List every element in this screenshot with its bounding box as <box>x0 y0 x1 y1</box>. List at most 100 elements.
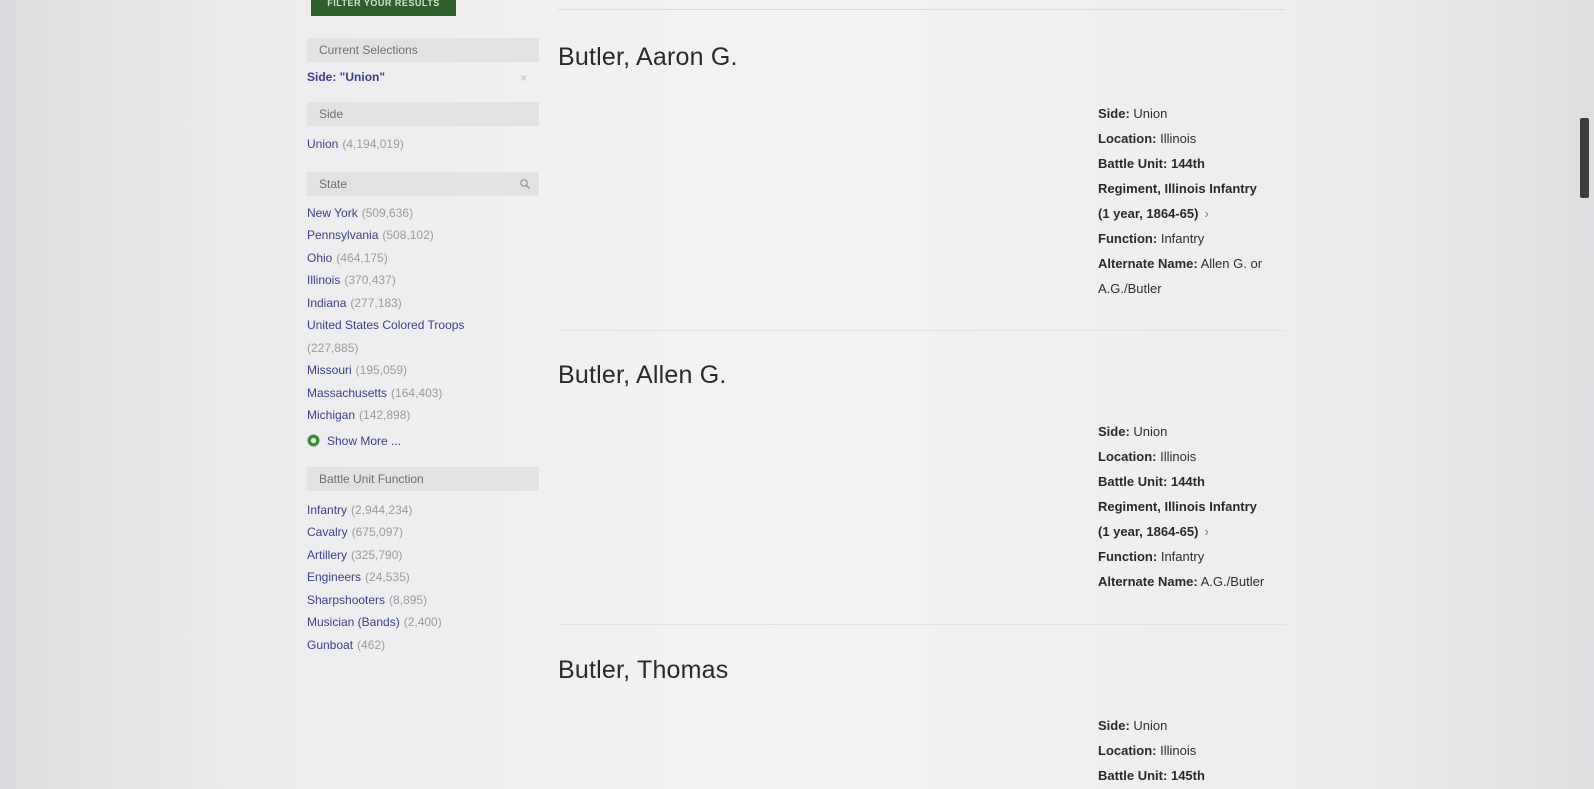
facet-item-label: Illinois <box>307 273 341 287</box>
detail-label: Location: <box>1098 743 1157 758</box>
result-name[interactable]: Butler, Thomas <box>558 656 1288 685</box>
detail-location: Location: Illinois <box>1098 126 1298 151</box>
detail-value: 144th <box>1170 474 1205 489</box>
result-name[interactable]: Butler, Allen G. <box>558 361 1288 390</box>
detail-label: Battle Unit: <box>1098 474 1168 489</box>
result-card: Butler, Aaron G. Side: Union Location: I… <box>558 43 1288 296</box>
facet-item-cavalry[interactable]: Cavalry (675,097) <box>307 521 539 544</box>
facet-item-label: Infantry <box>307 502 348 517</box>
detail-function: Function: Infantry <box>1098 226 1298 251</box>
facet-item-label: Gunboat <box>307 637 354 652</box>
detail-value: 145th <box>1170 768 1205 783</box>
result-details: Side: Union Location: Illinois Battle Un… <box>1098 713 1298 788</box>
detail-location: Location: Illinois <box>1098 738 1298 763</box>
detail-label: Function: <box>1098 231 1158 246</box>
facet-item-label: Artillery <box>307 547 348 562</box>
detail-label: Battle Unit: <box>1098 768 1168 783</box>
facet-item-count: (462) <box>357 637 386 652</box>
facet-item-musician[interactable]: Musician (Bands) (2,400) <box>307 611 539 634</box>
result-card: Butler, Allen G. Side: Union Location: I… <box>558 361 1288 589</box>
facet-item-label: Massachusetts <box>307 385 388 400</box>
facet-item-artillery[interactable]: Artillery (325,790) <box>307 544 539 567</box>
facet-item-pennsylvania[interactable]: Pennsylvania (508,102) <box>307 224 539 247</box>
facet-item-count: (464,175) <box>336 250 388 265</box>
facet-item-gunboat[interactable]: Gunboat (462) <box>307 634 539 657</box>
state-facet-label: State <box>319 176 348 191</box>
detail-side: Side: Union <box>1098 713 1298 738</box>
detail-value: Illinois <box>1160 449 1197 464</box>
detail-alternate-name: Alternate Name: A.G./Butler <box>1098 569 1298 594</box>
detail-battle-unit[interactable]: Battle Unit: 145th <box>1098 763 1298 788</box>
facet-item-count: (508,102) <box>382 228 434 242</box>
detail-label: Side: <box>1098 718 1130 733</box>
facet-item-colored-troops[interactable]: United States Colored Troops (227,885) <box>307 314 507 359</box>
facet-item-sharpshooters[interactable]: Sharpshooters (8,895) <box>307 589 539 612</box>
detail-value: Illinois <box>1160 743 1197 758</box>
plus-circle-icon <box>307 434 320 447</box>
state-facet-list: New York (509,636) Pennsylvania (508,102) … <box>307 202 539 427</box>
current-selection-side[interactable]: Side: "Union" × <box>307 70 539 88</box>
scrollbar-thumb[interactable] <box>1580 118 1589 198</box>
detail-value: Union <box>1133 718 1168 733</box>
facet-item-label: Indiana <box>307 295 347 310</box>
facet-item-label: Engineers <box>307 570 362 584</box>
facet-item-ohio[interactable]: Ohio (464,175) <box>307 247 539 270</box>
facet-item-count: (227,885) <box>307 340 359 355</box>
facet-item-label: United States Colored Troops <box>307 318 465 332</box>
detail-battle-unit[interactable]: Battle Unit: 144th Regiment, Illinois Inf… <box>1098 469 1298 544</box>
facet-item-michigan[interactable]: Michigan (142,898) <box>307 404 539 427</box>
facet-item-missouri[interactable]: Missouri (195,059) <box>307 359 539 382</box>
detail-side: Side: Union <box>1098 419 1298 444</box>
function-facet-header: Battle Unit Function <box>307 466 539 491</box>
detail-value: A.G./Butler <box>1200 574 1265 589</box>
search-icon[interactable] <box>519 178 531 190</box>
facet-item-union[interactable]: Union (4,194,019) <box>307 133 539 156</box>
facet-item-label: Union <box>307 137 339 151</box>
detail-alternate-name: Alternate Name: Allen G. or A.G./Butler <box>1098 251 1298 301</box>
result-details: Side: Union Location: Illinois Battle Un… <box>1098 101 1298 301</box>
facet-item-engineers[interactable]: Engineers (24,535) <box>307 566 539 589</box>
close-icon[interactable]: × <box>520 71 527 85</box>
facet-item-count: (2,400) <box>403 615 442 629</box>
facet-item-new-york[interactable]: New York (509,636) <box>307 202 539 225</box>
show-more-label: Show More ... <box>327 433 402 448</box>
detail-location: Location: Illinois <box>1098 444 1298 469</box>
detail-value: (1 year, 1864-65) <box>1098 524 1199 539</box>
result-details: Side: Union Location: Illinois Battle Un… <box>1098 419 1298 594</box>
facet-item-count: (142,898) <box>359 408 411 422</box>
facet-item-count: (277,183) <box>350 295 402 310</box>
result-name[interactable]: Butler, Aaron G. <box>558 43 1288 72</box>
facet-item-infantry[interactable]: Infantry (2,944,234) <box>307 499 539 522</box>
detail-label: Alternate Name: <box>1098 256 1198 271</box>
facet-item-count: (195,059) <box>355 363 408 377</box>
facet-item-count: (24,535) <box>365 570 410 584</box>
detail-value: Infantry <box>1160 549 1205 564</box>
divider <box>558 624 1285 625</box>
detail-function: Function: Infantry <box>1098 544 1298 569</box>
detail-label: Side: <box>1098 424 1130 439</box>
detail-label: Battle Unit: <box>1098 156 1168 171</box>
facet-item-label: Sharpshooters <box>307 592 386 607</box>
detail-value: Union <box>1133 424 1168 439</box>
facet-item-label: Michigan <box>307 408 356 422</box>
facet-item-indiana[interactable]: Indiana (277,183) <box>307 292 539 315</box>
detail-value: Regiment, Illinois Infantry <box>1098 181 1257 196</box>
side-facet-header: Side <box>307 102 539 126</box>
state-facet-header: State <box>307 171 539 196</box>
filter-results-button[interactable]: FILTER YOUR RESULTS <box>311 0 456 16</box>
facet-item-count: (2,944,234) <box>351 502 413 517</box>
detail-label: Function: <box>1098 549 1158 564</box>
divider <box>558 330 1285 331</box>
facet-item-label: Ohio <box>307 250 333 265</box>
facet-item-massachusetts[interactable]: Massachusetts (164,403) <box>307 382 539 405</box>
current-selections-header: Current Selections <box>307 38 539 62</box>
detail-battle-unit[interactable]: Battle Unit: 144th Regiment, Illinois Inf… <box>1098 151 1298 226</box>
facet-item-count: (509,636) <box>361 205 414 220</box>
facet-item-label: Musician (Bands) <box>307 615 400 629</box>
facet-item-label: Missouri <box>307 363 352 377</box>
show-more-link[interactable]: Show More ... <box>307 431 539 451</box>
facet-item-count: (8,895) <box>389 592 428 607</box>
detail-value: Infantry <box>1160 231 1205 246</box>
facet-item-illinois[interactable]: Illinois (370,437) <box>307 269 539 292</box>
detail-value: Regiment, Illinois Infantry <box>1098 499 1257 514</box>
